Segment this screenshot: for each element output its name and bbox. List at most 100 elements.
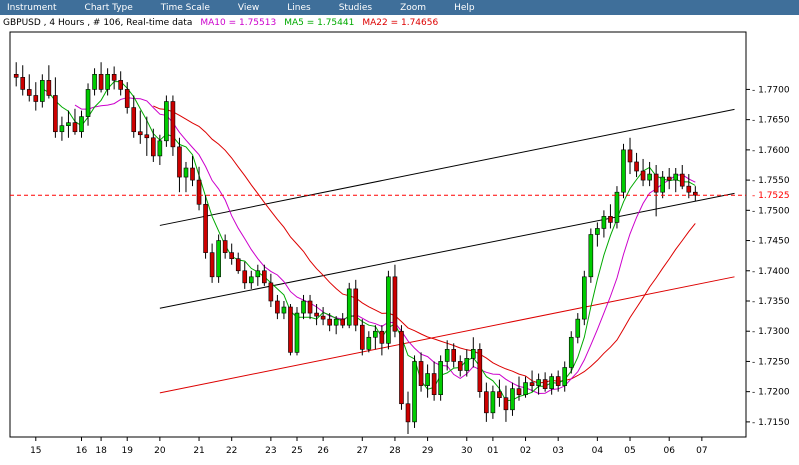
candle-down xyxy=(137,131,143,136)
candle-up xyxy=(601,216,607,229)
candle-up xyxy=(92,74,97,90)
candle-up xyxy=(346,288,352,326)
candle-down xyxy=(72,122,78,133)
candle-up xyxy=(595,228,600,235)
menu-zoom[interactable]: Zoom xyxy=(400,3,426,13)
candle-down xyxy=(242,270,248,284)
candle-down xyxy=(392,276,398,332)
candle-down xyxy=(131,107,137,133)
candle-down xyxy=(46,80,52,96)
x-tick-label: 21 xyxy=(193,446,204,456)
candle-down xyxy=(608,216,613,223)
menu-time-scale[interactable]: Time Scale xyxy=(161,3,210,13)
candle-down xyxy=(13,74,19,78)
candle-up xyxy=(157,140,163,157)
candle-down xyxy=(340,318,346,326)
x-tick-label: 02 xyxy=(520,446,531,456)
candle-down xyxy=(399,330,404,405)
price-chart[interactable]: GBPUSD , 4 Hours , # 106, Real-time data… xyxy=(0,15,799,465)
candle-up xyxy=(425,373,430,386)
candle-up xyxy=(366,336,372,350)
x-tick-label: 05 xyxy=(624,446,635,456)
x-tick-label: 25 xyxy=(291,446,302,456)
candle-down xyxy=(144,134,150,139)
candle-down xyxy=(209,252,215,278)
menu-studies[interactable]: Studies xyxy=(339,3,372,13)
y-tick-label: - 1.7500 xyxy=(752,206,790,216)
x-tick-label: 26 xyxy=(317,446,329,456)
x-tick-label: 22 xyxy=(226,446,237,456)
candle-up xyxy=(464,358,470,371)
candle-up xyxy=(66,122,71,126)
candle-down xyxy=(320,315,326,320)
candle-up xyxy=(412,361,417,423)
candle-up xyxy=(216,240,221,278)
menu-view[interactable]: View xyxy=(238,3,259,13)
candle-up xyxy=(294,312,300,353)
candle-down xyxy=(555,376,561,386)
candle-up xyxy=(255,270,261,278)
candle-down xyxy=(262,270,267,284)
candle-up xyxy=(301,300,306,314)
x-tick-label: 03 xyxy=(552,446,563,456)
current-price-label: - 1.7525 xyxy=(752,191,790,201)
candle-down xyxy=(26,89,32,96)
candle-down xyxy=(268,282,274,302)
candle-down xyxy=(33,95,39,102)
candle-up xyxy=(85,89,91,117)
y-tick-label: - 1.7250 xyxy=(752,357,790,367)
candle-down xyxy=(151,137,156,157)
x-tick-label: 01 xyxy=(487,446,498,456)
candle-down xyxy=(353,288,359,326)
y-tick-label: - 1.7450 xyxy=(752,237,790,247)
candle-down xyxy=(177,146,182,178)
candle-down xyxy=(497,391,502,399)
y-tick-label: - 1.7200 xyxy=(752,388,790,398)
candle-down xyxy=(516,388,522,395)
candle-down xyxy=(679,173,685,187)
x-tick-label: 15 xyxy=(30,446,41,456)
y-tick-label: - 1.7700 xyxy=(752,85,790,95)
x-tick-label: 30 xyxy=(461,446,473,456)
menu-instrument[interactable]: Instrument xyxy=(7,3,57,13)
chart-title: GBPUSD , 4 Hours , # 106, Real-time data xyxy=(3,18,192,28)
candle-down xyxy=(314,312,319,317)
candle-down xyxy=(405,403,411,423)
x-tick-label: 07 xyxy=(696,446,707,456)
candle-down xyxy=(288,306,293,353)
candle-down xyxy=(307,300,313,314)
menu-help[interactable]: Help xyxy=(454,3,475,13)
candle-down xyxy=(686,185,692,193)
candle-up xyxy=(438,361,443,395)
candle-up xyxy=(588,234,594,278)
candle-up xyxy=(536,379,541,386)
candle-down xyxy=(379,330,385,344)
candle-down xyxy=(190,167,195,181)
candle-up xyxy=(248,276,254,284)
candle-up xyxy=(373,330,378,338)
candle-up xyxy=(105,74,110,90)
candle-down xyxy=(451,349,457,362)
menu-chart-type[interactable]: Chart Type xyxy=(85,3,133,13)
menu-lines[interactable]: Lines xyxy=(287,3,310,13)
candle-down xyxy=(457,361,463,371)
x-tick-label: 29 xyxy=(422,446,434,456)
candle-up xyxy=(614,191,620,223)
candle-down xyxy=(503,397,509,411)
candle-down xyxy=(203,203,208,253)
candle-up xyxy=(281,306,287,314)
candle-down xyxy=(98,74,104,90)
candle-down xyxy=(666,176,672,181)
x-tick-label: 28 xyxy=(389,446,401,456)
candle-up xyxy=(621,149,626,193)
candle-up xyxy=(333,318,339,326)
candle-down xyxy=(359,324,365,350)
candle-up xyxy=(660,176,665,193)
y-tick-label: - 1.7150 xyxy=(752,418,790,428)
x-tick-label: 19 xyxy=(121,446,133,456)
y-tick-label: - 1.7400 xyxy=(752,267,790,277)
x-tick-label: 16 xyxy=(76,446,88,456)
candle-up xyxy=(59,125,65,133)
candle-down xyxy=(20,77,26,90)
candle-down xyxy=(196,179,202,205)
